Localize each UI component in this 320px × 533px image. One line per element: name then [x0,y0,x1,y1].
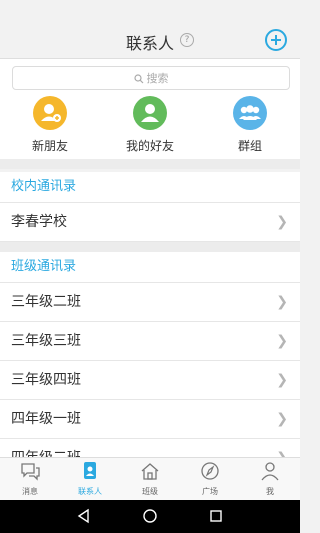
list-item[interactable]: 四年级一班 ❯ [0,400,300,439]
chevron-right-icon: ❯ [276,214,288,230]
person-icon [133,96,167,130]
chevron-right-icon: ❯ [276,411,288,427]
tab-messages[interactable]: 消息 [0,461,60,497]
home-button-icon[interactable] [142,508,158,524]
class-directory-section: 班级通讯录 三年级二班 ❯ 三年级三班 ❯ 三年级四班 ❯ 四年级一班 ❯ 四年… [0,252,300,478]
divider [0,242,300,252]
new-friends-button[interactable]: 新朋友 [10,96,90,154]
tab-plaza[interactable]: 广场 [180,461,240,497]
person-add-icon [33,96,67,130]
my-friends-button[interactable]: 我的好友 [110,96,190,154]
search-icon [133,74,143,84]
class-directory-title: 班级通讯录 [0,252,300,283]
user-icon [261,462,279,481]
tab-messages-label: 消息 [22,487,38,496]
tab-contacts-label: 联系人 [78,487,102,496]
list-item[interactable]: 三年级三班 ❯ [0,322,300,361]
list-item-label: 李春学校 [11,214,67,230]
tab-me[interactable]: 我 [240,461,300,497]
search-input[interactable]: 搜索 [12,66,290,90]
add-icon[interactable] [264,28,288,52]
back-icon[interactable] [76,508,92,524]
search-area: 搜索 新朋友 我的好友 群组 [0,59,300,159]
help-icon[interactable]: ? [180,33,194,47]
compass-icon [201,462,219,480]
bottom-tab-bar: 消息 联系人 班级 广场 我 [0,457,300,500]
contacts-icon [84,462,96,479]
status-bar [0,0,300,22]
chevron-right-icon: ❯ [276,372,288,388]
divider [0,159,300,169]
list-item[interactable]: 李春学校 ❯ [0,203,300,242]
search-placeholder: 搜索 [146,72,169,85]
tab-class[interactable]: 班级 [120,461,180,497]
groups-label: 群组 [237,139,262,153]
page-title: 联系人 [125,34,174,53]
list-item-label: 四年级一班 [11,411,81,427]
tab-class-label: 班级 [142,487,158,496]
top-bar: 联系人 ? [0,22,300,59]
list-item-label: 三年级三班 [11,333,81,349]
chevron-right-icon: ❯ [276,333,288,349]
tab-me-label: 我 [266,487,274,496]
system-navigation-bar [0,500,300,533]
home-icon [141,463,159,480]
tab-plaza-label: 广场 [202,487,218,496]
list-item-label: 三年级四班 [11,372,81,388]
recent-apps-icon[interactable] [208,508,224,524]
school-directory-title: 校内通讯录 [0,172,300,203]
groups-button[interactable]: 群组 [210,96,290,154]
tab-contacts[interactable]: 联系人 [60,461,120,497]
list-item-label: 三年级二班 [11,294,81,310]
list-item[interactable]: 三年级四班 ❯ [0,361,300,400]
list-item[interactable]: 三年级二班 ❯ [0,283,300,322]
my-friends-label: 我的好友 [125,139,174,153]
chevron-right-icon: ❯ [276,294,288,310]
group-icon [233,96,267,130]
new-friends-label: 新朋友 [31,139,68,153]
chat-icon [21,463,40,481]
school-directory-section: 校内通讯录 李春学校 ❯ [0,172,300,242]
